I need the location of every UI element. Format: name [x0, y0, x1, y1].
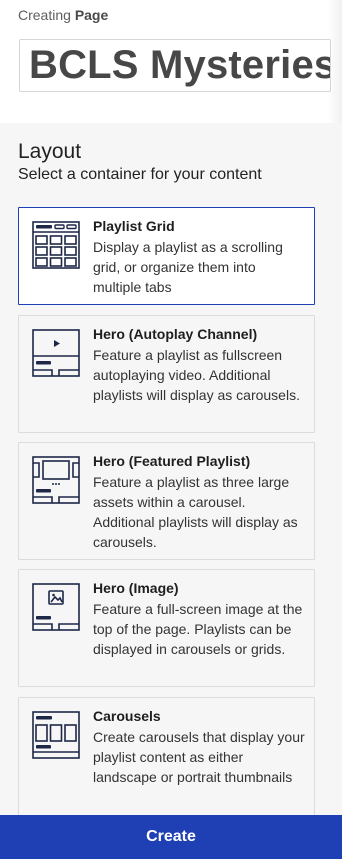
option-title: Carousels — [93, 708, 161, 724]
create-button[interactable]: Create — [0, 815, 342, 859]
hero-autoplay-icon — [32, 329, 80, 377]
option-title: Hero (Image) — [93, 580, 179, 596]
option-description: Feature a playlist as three large assets… — [93, 474, 298, 550]
page-header: Creating Page BCLS Mysteries — [0, 0, 342, 123]
option-description: Display a playlist as a scrolling grid, … — [93, 239, 283, 295]
hero-image-icon — [32, 583, 80, 631]
layout-option-hero-image[interactable]: Hero (Image) Feature a full-screen image… — [18, 569, 315, 687]
carousels-icon — [32, 711, 80, 759]
creating-label: Creating Page — [18, 7, 109, 23]
hero-featured-playlist-icon — [32, 456, 80, 504]
layout-subtitle: Select a container for your content — [18, 166, 262, 183]
layout-option-carousels[interactable]: Carousels Create carousels that display … — [18, 697, 315, 815]
playlist-grid-icon — [32, 221, 80, 269]
option-title: Playlist Grid — [93, 218, 175, 234]
option-description: Create carousels that display your playl… — [93, 729, 305, 785]
page-name-value: BCLS Mysteries — [29, 43, 331, 87]
layout-option-hero-featured-playlist[interactable]: Hero (Featured Playlist) Feature a playl… — [18, 442, 315, 560]
layout-option-hero-autoplay[interactable]: Hero (Autoplay Channel) Feature a playli… — [18, 315, 315, 433]
layout-title: Layout — [18, 140, 82, 163]
layout-option-playlist-grid[interactable]: Playlist Grid Display a playlist as a sc… — [18, 207, 315, 305]
edge-shadow — [328, 0, 342, 123]
option-description: Feature a full-screen image at the top o… — [93, 601, 303, 657]
option-title: Hero (Autoplay Channel) — [93, 326, 258, 342]
option-title: Hero (Featured Playlist) — [93, 453, 251, 469]
option-description: Feature a playlist as fullscreen autopla… — [93, 347, 300, 403]
page-name-field[interactable]: BCLS Mysteries — [19, 39, 331, 92]
layout-panel: Layout Select a container for your conte… — [0, 123, 342, 815]
